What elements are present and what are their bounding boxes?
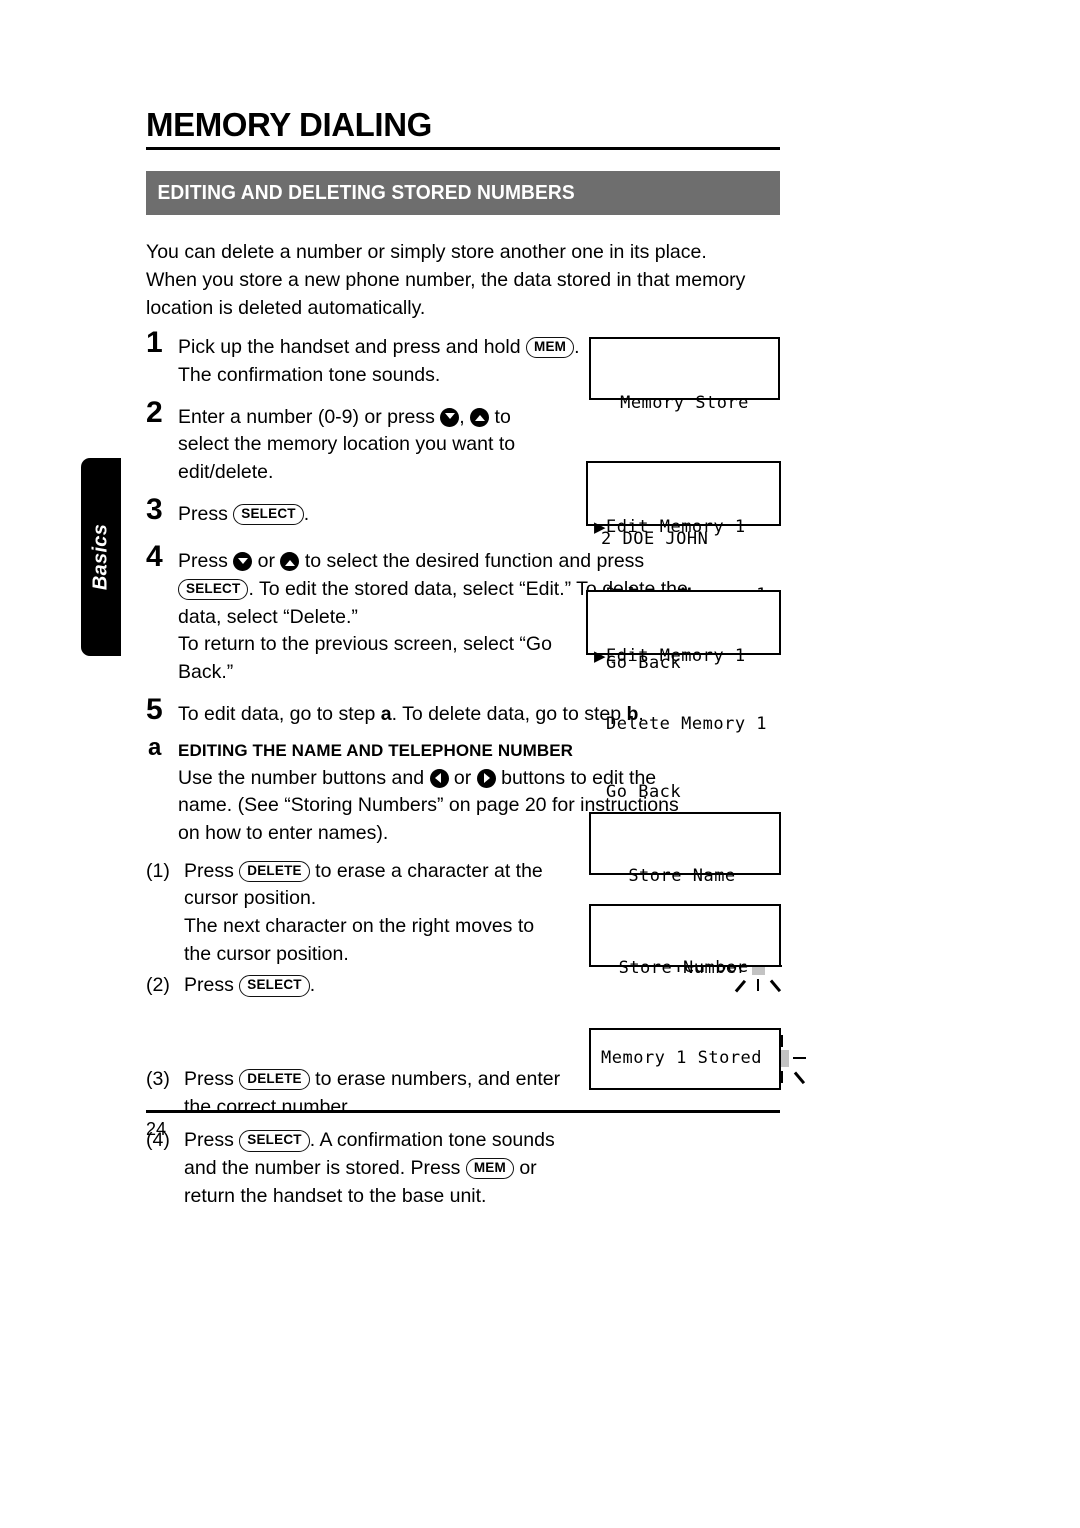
select-key[interactable]: SELECT (178, 579, 249, 601)
footer-divider (146, 1110, 780, 1113)
step-1-text-c: The confirmation tone sounds. (178, 363, 441, 386)
substep-2-text-a: Press (184, 974, 240, 997)
right-arrow-icon[interactable] (476, 768, 496, 788)
selection-pointer-icon: ▶ (594, 646, 607, 665)
up-arrow-icon[interactable] (280, 552, 300, 572)
left-arrow-icon[interactable] (429, 768, 449, 788)
select-key[interactable]: SELECT (233, 503, 304, 525)
substep-4-text-c: and the number is stored. Press (184, 1157, 466, 1180)
substep-4-text-e: return the handset to the base unit. (184, 1184, 487, 1207)
lcd-store-name-title: Store Name (628, 865, 736, 886)
lcd-edit-menu-step3-line-1-text: Edit Memory 1 (606, 516, 746, 537)
step-4-text-e: data, select “Delete.” (178, 605, 358, 628)
lcd-edit-menu-step3-line-1: ▶Edit Memory 1 (594, 516, 769, 539)
step-2-text-e: edit/delete. (178, 460, 274, 483)
substep-1-text-a: Press (184, 859, 240, 882)
intro-line-2: When you store a new phone number, the d… (146, 269, 746, 292)
step-5-ref-a: a (380, 702, 392, 725)
intro-line-1: You can delete a number or simply store … (146, 241, 707, 263)
intro-paragraph: You can delete a number or simply store … (146, 238, 786, 322)
step-5-text-a: To edit data, go to step (178, 702, 381, 725)
step-1-text-b: . (574, 336, 580, 359)
substep-3-number: (3) (146, 1068, 170, 1091)
side-tab-label: Basics (89, 523, 112, 591)
step-3-text-a: Press (178, 502, 234, 525)
side-tab-basics: Basics (81, 458, 121, 656)
section-banner-title: EDITING AND DELETING STORED NUMBERS (157, 181, 575, 204)
substep-4-text-b: . A confirmation tone sounds (309, 1129, 555, 1152)
substep-4-text-d: or (513, 1157, 537, 1180)
substep-4-text-a: Press (184, 1129, 240, 1152)
substep-1-text-d: The next character on the right moves to (184, 915, 535, 938)
substep-3-text-b: to erase numbers, and enter (309, 1068, 561, 1091)
substep-1-text-c: cursor position. (184, 887, 317, 910)
lcd-memory-stored-line-1: Memory 1 Stored (601, 1048, 763, 1069)
step-3-text-b: . (303, 502, 310, 525)
mem-key[interactable]: MEM (465, 1158, 514, 1180)
lcd-store-number-title: Store Number (618, 957, 748, 978)
lcd-store-number: Store Number 1234567890 (589, 904, 806, 1084)
manual-page: Basics MEMORY DIALING EDITING AND DELETI… (0, 0, 1080, 1528)
lcd-memory-stored: Memory 1 Stored (589, 1028, 781, 1090)
select-key[interactable]: SELECT (239, 1130, 310, 1152)
step-5-text-b: . To delete data, go to step (391, 702, 627, 725)
down-arrow-icon[interactable] (440, 407, 460, 427)
page-number: 24 (146, 1119, 167, 1139)
step-4-text-a: Press (178, 550, 234, 573)
lcd-edit-menu-step4-line-2: Delete Memory 1 (594, 713, 769, 736)
step-4-text-f: To return to the previous screen, select… (178, 633, 552, 656)
step-5-number: 5 (146, 692, 163, 726)
step-a-text-e: on how to enter names). (178, 821, 389, 844)
page-title: MEMORY DIALING (146, 106, 432, 143)
step-a-text-b: or (448, 766, 477, 789)
lcd-edit-menu-step4-line-1: ▶Edit Memory 1 (594, 645, 769, 668)
lcd-store-name: Store Name Ted Doe (589, 812, 782, 992)
step-2-text-c: to (489, 405, 511, 428)
substep-1-text-e: the cursor position. (184, 942, 349, 965)
step-4-text-c: to select the desired function and press (299, 550, 645, 573)
step-2-text-d: select the memory location you want to (178, 433, 516, 456)
step-a-text-a: Use the number buttons and (178, 766, 430, 789)
step-1-number: 1 (146, 326, 163, 360)
step-2-text-a: Enter a number (0-9) or press (178, 405, 441, 428)
selection-pointer-icon: ▶ (594, 517, 607, 536)
lcd-memory-store-line-1: Memory Store (620, 392, 749, 413)
lcd-edit-menu-step3: ▶Edit Memory 1 Delete Memory 1 Go Back (586, 461, 781, 673)
step-4-number: 4 (146, 540, 163, 574)
substep-2-text-b: . (309, 974, 316, 997)
lcd-edit-menu-step4-line-3: Go Back (594, 781, 769, 804)
lcd-edit-menu-step4-line-2-text: Delete Memory 1 (606, 713, 768, 734)
lcd-edit-menu-step4: ▶Edit Memory 1 Delete Memory 1 Go Back (586, 590, 781, 802)
substep-4-body: Press SELECT. A confirmation tone sounds… (184, 1127, 780, 1210)
down-arrow-icon[interactable] (233, 552, 253, 572)
delete-key[interactable]: DELETE (239, 1069, 310, 1091)
substep-3-text-c: the correct number. (184, 1095, 352, 1118)
select-key[interactable]: SELECT (239, 975, 310, 997)
lcd-edit-menu-step4-line-1-text: Edit Memory 1 (606, 645, 746, 666)
step-a-letter: a (148, 734, 162, 762)
step-2-text-b: , (459, 405, 471, 428)
substep-1-text-b: to erase a character at the (309, 859, 543, 882)
step-4-text-g: Back.” (178, 661, 234, 684)
section-banner: EDITING AND DELETING STORED NUMBERS (146, 171, 780, 215)
title-divider (146, 147, 780, 150)
lcd-memory-store: Memory Store 1▶Ted Doe 2 DOE JOHN (589, 337, 780, 549)
substep-2-number: (2) (146, 974, 170, 997)
step-1-text-a: Pick up the handset and press and hold (178, 336, 526, 359)
substep-3-text-a: Press (184, 1068, 240, 1091)
intro-line-3: location is deleted automatically. (146, 297, 426, 320)
substep-1-number: (1) (146, 859, 170, 882)
up-arrow-icon[interactable] (470, 407, 490, 427)
step-4-text-b: or (252, 550, 281, 573)
mem-key[interactable]: MEM (526, 337, 575, 359)
lcd-edit-menu-step4-line-3-text: Go Back (606, 782, 682, 803)
step-2-number: 2 (146, 395, 163, 429)
substep-4: (4) Press SELECT. A confirmation tone so… (146, 1127, 780, 1210)
step-3-number: 3 (146, 492, 163, 526)
delete-key[interactable]: DELETE (239, 860, 310, 882)
